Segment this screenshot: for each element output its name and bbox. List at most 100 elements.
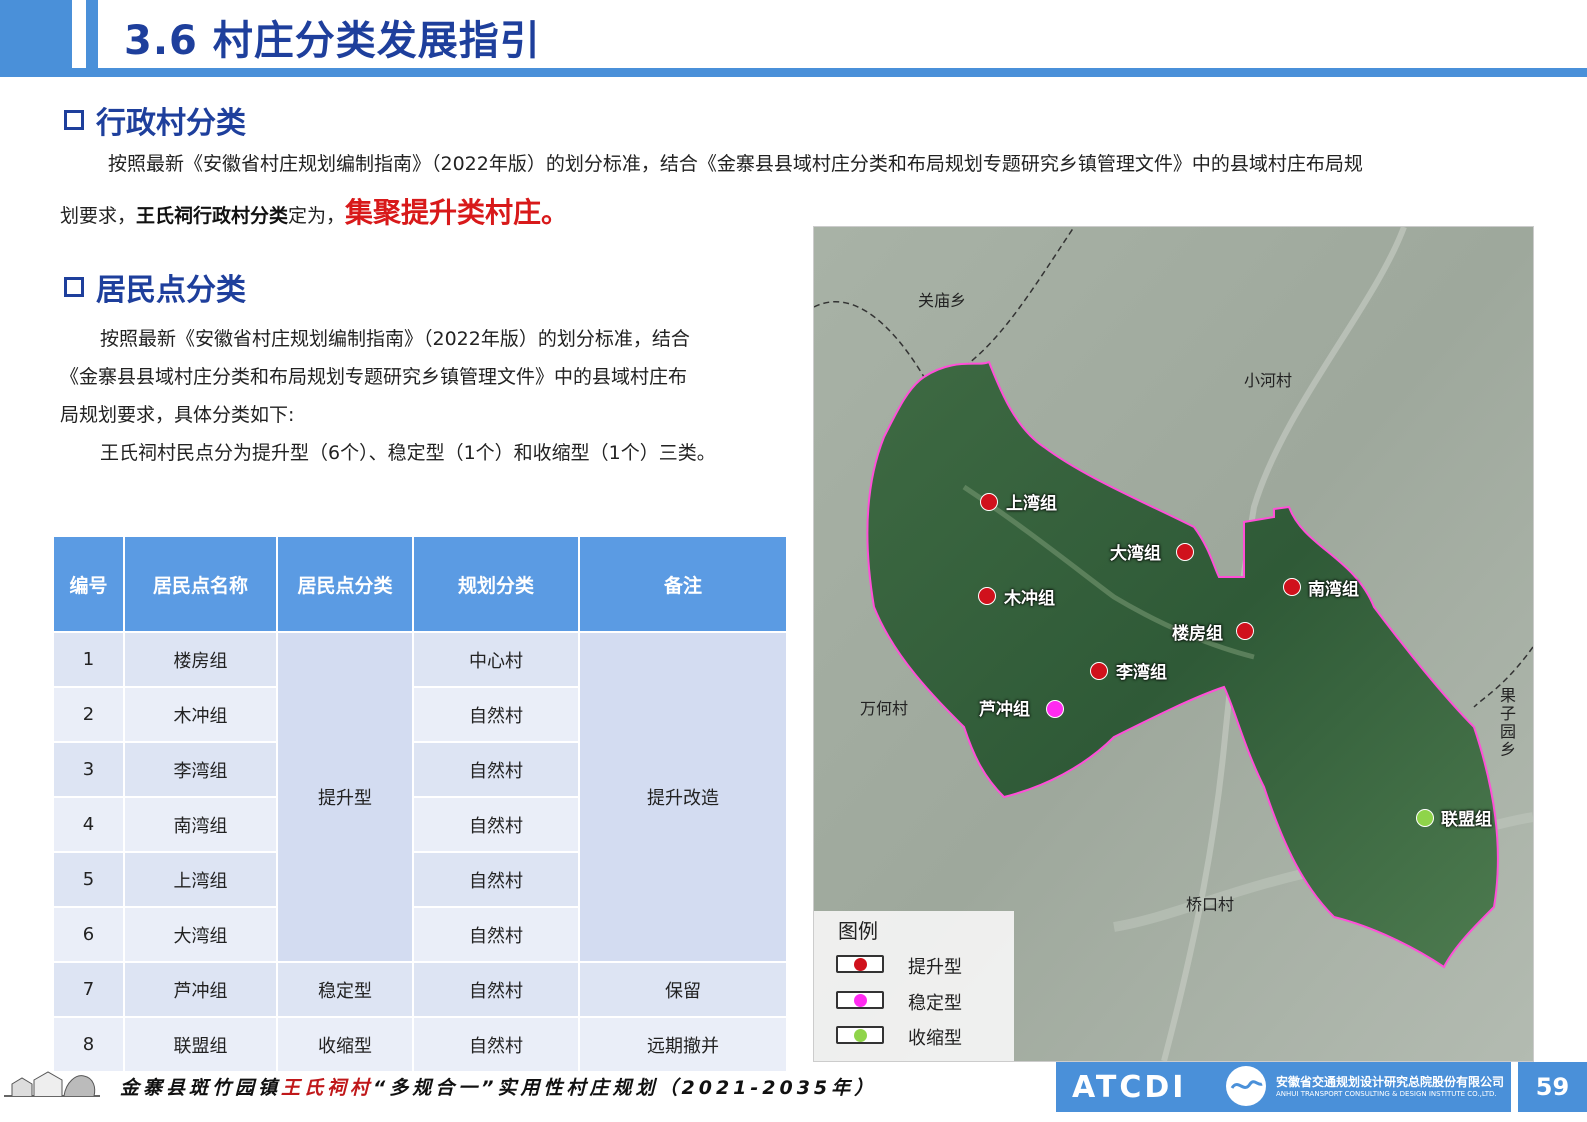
point-marker-upgrade	[1176, 543, 1194, 561]
point-label-shangwan: 上湾组	[1006, 494, 1057, 514]
table-row: 1 楼房组 提升型 中心村 提升改造	[52, 631, 788, 963]
legend-label: 收缩型	[908, 1028, 962, 1049]
cell-plan: 自然村	[412, 961, 580, 1018]
legend-dot-icon	[854, 1029, 867, 1042]
section-heading-settlement: 居民点分类	[64, 265, 246, 309]
table-row: 8 联盟组 收缩型 自然村 远期撤并	[52, 1016, 788, 1073]
village-map: 关庙乡 小河村 万何村 桥口村 果子园乡 上湾组 大湾组 木冲组 南湾组 楼房组…	[813, 226, 1534, 1062]
cell-note-merged: 提升改造	[578, 631, 788, 963]
cell-name: 上湾组	[123, 851, 278, 908]
cell-number: 8	[52, 1016, 125, 1073]
cell-plan: 自然村	[412, 796, 580, 853]
company-name-cn: 安徽省交通规划设计研究总院股份有限公司	[1276, 1075, 1505, 1089]
place-label-guanmiao: 关庙乡	[918, 291, 967, 310]
col-header-note: 备注	[578, 535, 788, 633]
legend-label: 提升型	[908, 957, 962, 978]
section-heading-admin-village: 行政村分类	[64, 98, 246, 142]
point-marker-stable	[1046, 700, 1064, 718]
cell-name: 联盟组	[123, 1016, 278, 1073]
table-row: 7 芦冲组 稳定型 自然村 保留	[52, 961, 788, 1018]
legend-label: 稳定型	[908, 993, 962, 1014]
cell-number: 4	[52, 796, 125, 853]
legend-dot-icon	[854, 958, 867, 971]
cell-note: 远期撤并	[578, 1016, 788, 1073]
point-marker-upgrade	[1236, 622, 1254, 640]
legend-item-stable: 稳定型	[836, 989, 1016, 1014]
footer-project-title: 金寨县斑竹园镇王氏祠村“多规合一”实用性村庄规划（2021-2035年）	[120, 1073, 877, 1100]
col-header-type: 居民点分类	[276, 535, 414, 633]
settlement-para-line1: 按照最新《安徽省村庄规划编制指南》（2022年版）的划分标准，结合	[100, 328, 690, 350]
admin-paragraph-line1: 按照最新《安徽省村庄规划编制指南》（2022年版）的划分标准，结合《金寨县县域村…	[108, 153, 1363, 175]
cell-type: 稳定型	[276, 961, 414, 1018]
legend-item-upgrade: 提升型	[836, 953, 1016, 978]
place-label-guoziyuan: 果子园乡	[1500, 686, 1517, 759]
cell-plan: 自然村	[412, 851, 580, 908]
point-marker-upgrade	[980, 493, 998, 511]
point-marker-upgrade	[1090, 662, 1108, 680]
cell-number: 5	[52, 851, 125, 908]
place-label-qiaokou: 桥口村	[1186, 895, 1235, 914]
point-marker-upgrade	[978, 587, 996, 605]
settlement-table: 编号 居民点名称 居民点分类 规划分类 备注 1 楼房组 提升型 中心村 提升改…	[52, 535, 788, 1073]
table-header-row: 编号 居民点名称 居民点分类 规划分类 备注	[52, 535, 788, 633]
col-header-plan: 规划分类	[412, 535, 580, 633]
col-header-number: 编号	[52, 535, 125, 633]
company-logo-text: ATCDI	[1072, 1070, 1187, 1105]
point-label-lianmeng: 联盟组	[1441, 810, 1492, 830]
square-bullet-icon	[64, 277, 84, 297]
cell-plan: 自然村	[412, 686, 580, 743]
legend-swatch	[836, 1026, 884, 1044]
cell-number: 7	[52, 961, 125, 1018]
header-divider	[0, 68, 1587, 77]
footer-text-village: 王氏祠村	[281, 1077, 374, 1099]
point-marker-shrink	[1416, 809, 1434, 827]
point-label-liwan: 李湾组	[1116, 663, 1167, 683]
col-header-name: 居民点名称	[123, 535, 278, 633]
settlement-para-line2: 《金寨县县域村庄分类和布局规划专题研究乡镇管理文件》中的县域村庄布	[60, 366, 688, 388]
settlement-para-line3: 局规划要求，具体分类如下:	[60, 404, 295, 426]
cell-number: 6	[52, 906, 125, 963]
admin-text: 划要求，	[60, 205, 137, 227]
cell-name: 楼房组	[123, 631, 278, 688]
cell-note: 保留	[578, 961, 788, 1018]
cell-number: 2	[52, 686, 125, 743]
place-label-xiaohe: 小河村	[1244, 371, 1293, 390]
cell-name: 芦冲组	[123, 961, 278, 1018]
page-number: 59	[1518, 1062, 1587, 1112]
cell-name: 木冲组	[123, 686, 278, 743]
footer-text-pre: 金寨县斑竹园镇	[120, 1077, 282, 1099]
point-label-luchong: 芦冲组	[979, 700, 1030, 720]
section-heading-text: 居民点分类	[96, 273, 246, 308]
admin-text-mid: 定为，	[288, 205, 346, 227]
company-logo-bar: ATCDI 安徽省交通规划设计研究总院股份有限公司 ANHUI TRANSPOR…	[1056, 1062, 1511, 1112]
point-label-loufang: 楼房组	[1172, 624, 1223, 644]
place-label-wanhe: 万何村	[860, 699, 909, 718]
point-label-nanwan: 南湾组	[1308, 580, 1359, 600]
footer-text-post: “多规合一”实用性村庄规划（2021-2035年）	[373, 1077, 878, 1099]
admin-bold-text: 王氏祠行政村分类	[136, 205, 289, 227]
page-title: 3.6 村庄分类发展指引	[124, 18, 541, 64]
legend-dot-icon	[854, 994, 867, 1007]
legend-title: 图例	[838, 919, 878, 943]
cell-name: 李湾组	[123, 741, 278, 798]
section-heading-text: 行政村分类	[96, 106, 246, 141]
company-logo-icon	[1226, 1066, 1266, 1106]
cell-type: 收缩型	[276, 1016, 414, 1073]
cell-plan: 中心村	[412, 631, 580, 688]
cell-type-merged: 提升型	[276, 631, 414, 963]
map-legend: 图例 提升型 稳定型 收缩型	[814, 911, 1014, 1061]
legend-item-shrink: 收缩型	[836, 1024, 1016, 1049]
point-label-dawan: 大湾组	[1110, 544, 1161, 564]
point-marker-upgrade	[1283, 578, 1301, 596]
point-label-muchong: 木冲组	[1004, 589, 1055, 609]
cell-name: 大湾组	[123, 906, 278, 963]
cell-plan: 自然村	[412, 741, 580, 798]
settlement-para-line4: 王氏祠村民点分为提升型（6个）、稳定型（1个）和收缩型（1个）三类。	[100, 442, 716, 464]
header-accent-block	[0, 0, 72, 70]
cell-plan: 自然村	[412, 906, 580, 963]
legend-swatch	[836, 991, 884, 1009]
cell-number: 3	[52, 741, 125, 798]
square-bullet-icon	[64, 110, 84, 130]
company-name-en: ANHUI TRANSPORT CONSULTING & DESIGN INST…	[1276, 1090, 1497, 1098]
cell-name: 南湾组	[123, 796, 278, 853]
